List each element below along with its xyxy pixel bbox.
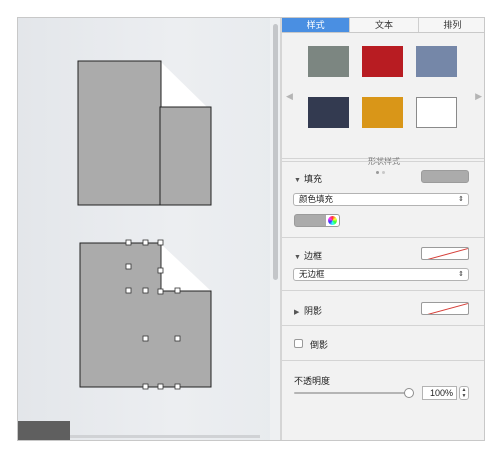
style-swatch-gray-green[interactable] (308, 46, 349, 77)
disclosure-open-icon[interactable]: ▼ (294, 254, 304, 261)
fill-title: 填充 (304, 174, 323, 184)
page-fold-corner (161, 62, 208, 108)
edit-handle[interactable] (142, 287, 149, 294)
no-shadow-slash-icon (427, 303, 468, 314)
shadow-style-well[interactable] (421, 302, 469, 315)
fill-header[interactable]: ▼ 填充 (294, 172, 322, 185)
edit-handle[interactable] (174, 335, 181, 342)
folded-shape-bottom-selected[interactable] (79, 239, 212, 390)
styles-prev-arrow-icon[interactable]: ◀ (286, 91, 293, 102)
opacity-slider-track[interactable] (294, 392, 409, 394)
style-swatch-orange[interactable] (362, 97, 403, 128)
canvas[interactable] (18, 18, 280, 440)
style-swatch-white[interactable] (416, 97, 457, 128)
opacity-value-field[interactable]: 100% (422, 386, 457, 400)
tab-style[interactable]: 样式 (282, 18, 350, 32)
edit-handle[interactable] (157, 383, 164, 390)
shape-rect-short[interactable] (159, 106, 212, 206)
horizontal-scrollbar-thumb[interactable] (18, 421, 70, 440)
opacity-stepper[interactable]: ▲ ▼ (459, 386, 469, 400)
edit-handle[interactable] (142, 383, 149, 390)
edit-handle[interactable] (174, 383, 181, 390)
edit-handle[interactable] (157, 267, 164, 274)
opacity-section: 不透明度 100% ▲ ▼ (282, 360, 484, 413)
border-type-select[interactable]: 无边框 ⇕ (293, 268, 469, 281)
fill-section: ▼ 填充 颜色填充 ⇕ (282, 161, 484, 237)
reflection-label: 倒影 (310, 340, 329, 350)
shadow-section: ▶ 阴影 (282, 290, 484, 325)
stepper-down-icon[interactable]: ▼ (460, 393, 468, 399)
fill-type-value: 颜色填充 (299, 194, 334, 204)
border-header[interactable]: ▼ 边框 (294, 249, 322, 262)
disclosure-open-icon[interactable]: ▼ (294, 177, 304, 184)
vertical-scrollbar-thumb[interactable] (273, 24, 278, 280)
format-inspector: 样式 文本 排列 ◀ ▶ 形状样式 ▼ 填充 颜色填充 ⇕ ▼ 边框 无边框 ⇕… (282, 18, 484, 440)
edit-handle[interactable] (125, 263, 132, 270)
folded-shape-top[interactable] (77, 60, 212, 206)
fill-type-select[interactable]: 颜色填充 ⇕ (293, 193, 469, 206)
shadow-title: 阴影 (304, 306, 323, 316)
shadow-header[interactable]: ▶ 阴影 (294, 304, 322, 317)
page-fold-corner-2 (161, 244, 211, 291)
reflection-checkbox[interactable] (294, 339, 303, 348)
app-window: 样式 文本 排列 ◀ ▶ 形状样式 ▼ 填充 颜色填充 ⇕ ▼ 边框 无边框 ⇕… (17, 17, 485, 441)
edit-handle[interactable] (174, 287, 181, 294)
inspector-tabs: 样式 文本 排列 (282, 18, 484, 33)
border-title: 边框 (304, 251, 323, 261)
tab-text[interactable]: 文本 (349, 18, 418, 32)
styles-next-arrow-icon[interactable]: ▶ (475, 91, 482, 102)
shape-styles-panel: ◀ ▶ 形状样式 (282, 33, 484, 174)
edit-handle[interactable] (125, 287, 132, 294)
tab-arrange[interactable]: 排列 (417, 18, 484, 32)
border-section: ▼ 边框 无边框 ⇕ (282, 237, 484, 290)
edited-shape-body[interactable] (79, 242, 212, 388)
opacity-label: 不透明度 (294, 376, 331, 386)
select-chevron-icon: ⇕ (458, 196, 464, 203)
edit-handle[interactable] (125, 239, 132, 246)
border-style-well[interactable] (421, 247, 469, 260)
style-swatch-navy[interactable] (308, 97, 349, 128)
edit-handle[interactable] (157, 288, 164, 295)
shape-rect-tall[interactable] (77, 60, 162, 206)
opacity-slider-knob[interactable] (404, 388, 414, 398)
border-type-value: 无边框 (299, 269, 325, 279)
select-chevron-icon: ⇕ (458, 271, 464, 278)
fill-color-picker[interactable] (294, 214, 340, 227)
style-swatch-blue-gray[interactable] (416, 46, 457, 77)
edit-handle[interactable] (142, 335, 149, 342)
disclosure-closed-icon[interactable]: ▶ (294, 308, 304, 316)
color-wheel-icon[interactable] (325, 215, 339, 226)
horizontal-scrollbar-track[interactable] (70, 435, 260, 438)
reflection-section: 倒影 (282, 325, 484, 360)
fill-color-well[interactable] (421, 170, 469, 183)
edit-handle[interactable] (157, 239, 164, 246)
canvas-drawing (77, 60, 212, 390)
style-swatch-red[interactable] (362, 46, 403, 77)
edit-handle[interactable] (142, 239, 149, 246)
no-line-slash-icon (427, 248, 468, 259)
